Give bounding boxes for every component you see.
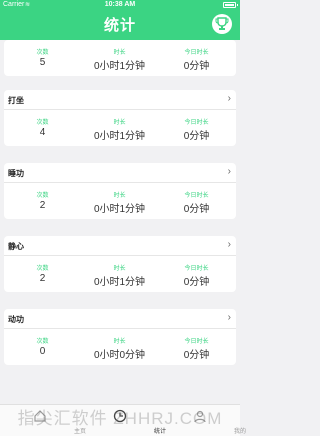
count-label: 次数	[36, 120, 49, 126]
duration-value: 0小时1分钟	[93, 61, 146, 72]
stats-card-shuigong[interactable]: 睡功 › 次数 2 时长 0小时1分钟 今日时长 0分钟	[4, 163, 236, 219]
duration-label: 时长	[113, 193, 126, 199]
card-header[interactable]: 打坐 ›	[4, 90, 236, 110]
stats-row: 次数 5 时长 0小时1分钟 今日时长 0分钟	[4, 40, 236, 76]
category-title: 动功	[8, 315, 24, 324]
chevron-right-icon[interactable]: ›	[228, 239, 231, 250]
count-value: 5	[39, 57, 46, 68]
count-value: 2	[39, 200, 46, 211]
status-time: 10:38 AM	[104, 1, 136, 8]
stats-clock-icon	[113, 409, 127, 423]
category-title: 打坐	[8, 96, 24, 105]
duration-value: 0小时1分钟	[93, 131, 146, 142]
count-label: 次数	[36, 193, 49, 199]
duration-label: 时长	[113, 266, 126, 272]
duration-value: 0小时1分钟	[93, 277, 146, 288]
battery-icon	[223, 2, 238, 8]
today-label: 今日时长	[184, 50, 209, 56]
count-value: 4	[39, 127, 46, 138]
today-label: 今日时长	[184, 266, 209, 272]
nav-bar: 统计	[0, 10, 240, 40]
duration-label: 时长	[113, 339, 126, 345]
today-value: 0分钟	[183, 204, 210, 215]
count-label: 次数	[36, 50, 49, 56]
tab-home[interactable]: 主页	[0, 405, 86, 436]
stats-row: 次数 0 时长 0小时0分钟 今日时长 0分钟	[4, 329, 236, 365]
tab-stats[interactable]: 统计	[80, 405, 166, 436]
profile-icon	[193, 409, 207, 423]
stats-card-jingxin[interactable]: 静心 › 次数 2 时长 0小时1分钟 今日时长 0分钟	[4, 236, 236, 292]
stats-row: 次数 2 时长 0小时1分钟 今日时长 0分钟	[4, 256, 236, 292]
today-value: 0分钟	[183, 61, 210, 72]
chevron-right-icon[interactable]: ›	[228, 312, 231, 323]
category-title: 静心	[8, 242, 24, 251]
duration-value: 0小时1分钟	[93, 204, 146, 215]
duration-value: 0小时0分钟	[93, 350, 146, 361]
count-value: 2	[39, 273, 46, 284]
tab-bar: 主页 统计 我的	[0, 404, 246, 436]
today-label: 今日时长	[184, 193, 209, 199]
count-label: 次数	[36, 339, 49, 345]
today-label: 今日时长	[184, 339, 209, 345]
stats-row: 次数 4 时长 0小时1分钟 今日时长 0分钟	[4, 110, 236, 146]
today-value: 0分钟	[183, 131, 210, 142]
count-value: 0	[39, 346, 46, 357]
category-title: 睡功	[8, 169, 24, 178]
stats-row: 次数 2 时长 0小时1分钟 今日时长 0分钟	[4, 183, 236, 219]
tab-profile[interactable]: 我的	[160, 405, 246, 436]
today-value: 0分钟	[183, 277, 210, 288]
stats-card-donggong[interactable]: 动功 › 次数 0 时长 0小时0分钟 今日时长 0分钟	[4, 309, 236, 365]
today-value: 0分钟	[183, 350, 210, 361]
duration-label: 时长	[113, 120, 126, 126]
page-title: 统计	[103, 17, 136, 34]
card-header[interactable]: 睡功 ›	[4, 163, 236, 183]
home-icon	[33, 409, 47, 423]
card-header[interactable]: 动功 ›	[4, 309, 236, 329]
trophy-icon[interactable]	[212, 14, 232, 34]
stats-card-total: 次数 5 时长 0小时1分钟 今日时长 0分钟	[4, 40, 236, 76]
duration-label: 时长	[113, 50, 126, 56]
status-bar: Carrier ≋ 10:38 AM	[0, 0, 240, 10]
count-label: 次数	[36, 266, 49, 272]
today-label: 今日时长	[184, 120, 209, 126]
chevron-right-icon[interactable]: ›	[228, 93, 231, 104]
chevron-right-icon[interactable]: ›	[228, 166, 231, 177]
card-header[interactable]: 静心 ›	[4, 236, 236, 256]
stats-card-dazuo[interactable]: 打坐 › 次数 4 时长 0小时1分钟 今日时长 0分钟	[4, 90, 236, 146]
tab-label: 我的	[233, 429, 246, 435]
